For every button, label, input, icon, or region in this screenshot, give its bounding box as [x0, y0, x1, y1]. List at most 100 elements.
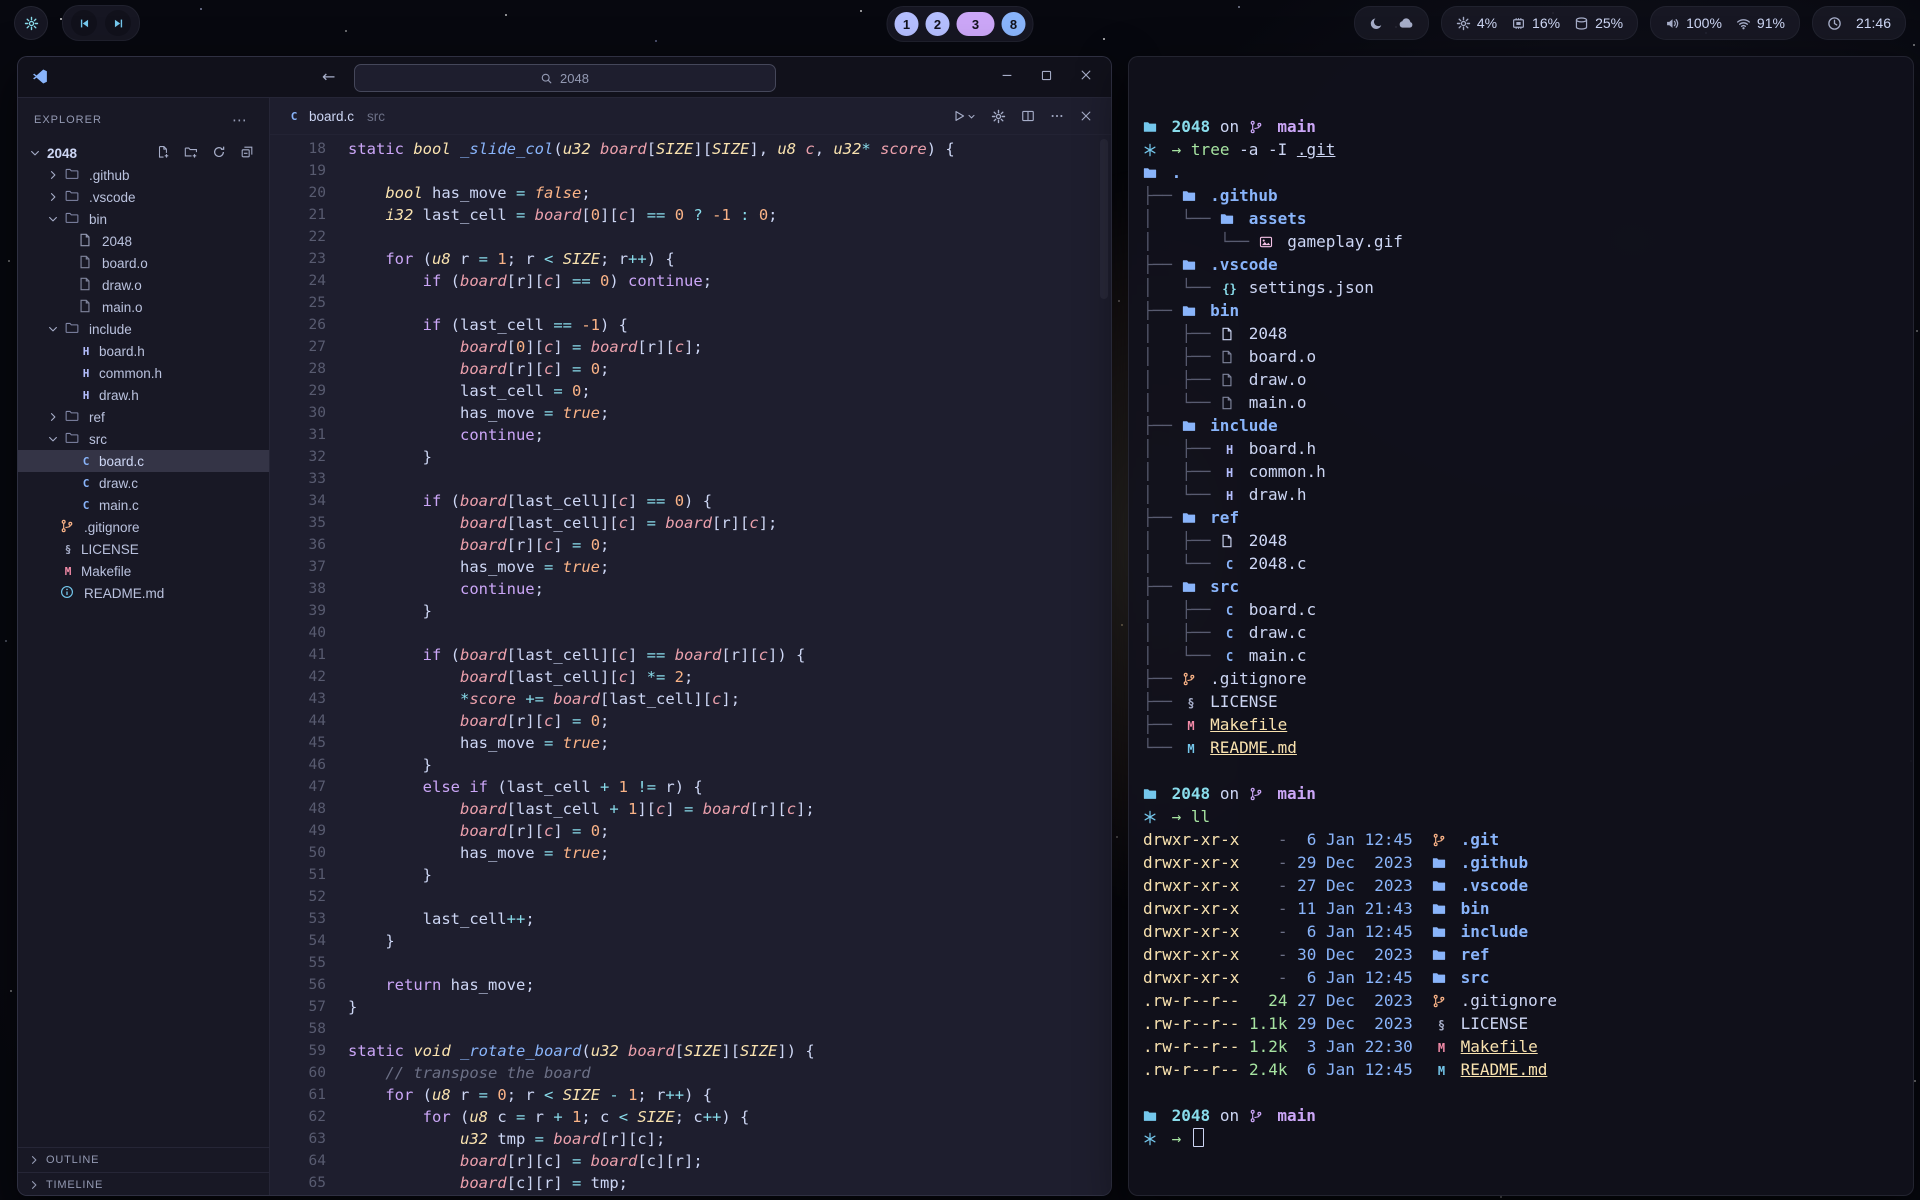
- line-number: 32: [270, 446, 348, 468]
- explorer-folder-.github[interactable]: .github: [18, 164, 269, 186]
- terminal-prompt-line: 2048 on main: [1143, 782, 1913, 805]
- code-editor[interactable]: 18static bool _slide_col(u32 board[SIZE]…: [270, 135, 1111, 1196]
- terminal-tree-line: │ └── {} settings.json: [1143, 276, 1913, 299]
- terminal-ll-line: drwxr-xr-x - 6 Jan 12:45 .git: [1143, 828, 1913, 851]
- explorer-file-.gitignore[interactable]: .gitignore: [18, 516, 269, 538]
- folder-icon: [1182, 416, 1201, 439]
- explorer-root-item[interactable]: 2048: [18, 142, 269, 164]
- binary-icon: [78, 255, 97, 272]
- editor-more-button[interactable]: [1050, 109, 1064, 123]
- explorer-more-button[interactable]: ⋯: [226, 110, 253, 130]
- launcher-button[interactable]: [14, 6, 48, 40]
- disk-icon: [1574, 16, 1589, 31]
- item-label: .vscode: [89, 190, 136, 205]
- explorer-folder-ref[interactable]: ref: [18, 406, 269, 428]
- explorer-folder-bin[interactable]: bin: [18, 208, 269, 230]
- line-number: 33: [270, 468, 348, 490]
- clock-value: 21:46: [1856, 15, 1891, 31]
- code-line: 50 has_move = true;: [270, 842, 1111, 864]
- item-label: bin: [89, 212, 107, 227]
- line-number: 40: [270, 622, 348, 644]
- window-minimize-button[interactable]: [998, 66, 1016, 87]
- terminal-tree-line: .: [1143, 161, 1913, 184]
- license-icon: §: [1182, 692, 1201, 715]
- audio-network-widget: 100% 91%: [1650, 6, 1800, 40]
- explorer-folder-include[interactable]: include: [18, 318, 269, 340]
- terminal-tree-line: │ └── H draw.h: [1143, 483, 1913, 506]
- explorer-folder-src[interactable]: src: [18, 428, 269, 450]
- terminal-ll-line: .rw-r--r-- 1.2k 3 Jan 22:30 M Makefile: [1143, 1035, 1913, 1058]
- editor-settings-button[interactable]: [991, 109, 1006, 124]
- explorer-file-board.h[interactable]: Hboard.h: [18, 340, 269, 362]
- explorer-file-main.c[interactable]: Cmain.c: [18, 494, 269, 516]
- git-icon: [1182, 669, 1201, 692]
- line-number: 29: [270, 380, 348, 402]
- terminal-ll-line: drwxr-xr-x - 6 Jan 12:45 src: [1143, 966, 1913, 989]
- terminal-tree-line: │ ├── H board.h: [1143, 437, 1913, 460]
- close-editor-button[interactable]: [1079, 109, 1093, 123]
- run-file-button[interactable]: [952, 109, 976, 123]
- workspace-1[interactable]: 1: [895, 12, 919, 36]
- line-number: 65: [270, 1172, 348, 1194]
- terminal-body[interactable]: 2048 on main → tree -a -I .git .├── .git…: [1129, 57, 1913, 1150]
- binary-icon: [1220, 347, 1239, 370]
- explorer-file-LICENSE[interactable]: §LICENSE: [18, 538, 269, 560]
- split-editor-button[interactable]: [1021, 109, 1035, 123]
- terminal-tree-line: │ ├── C board.c: [1143, 598, 1913, 621]
- folder-icon: [1182, 577, 1201, 600]
- media-next-button[interactable]: [105, 10, 131, 36]
- media-prev-button[interactable]: [71, 10, 97, 36]
- explorer-file-Makefile[interactable]: MMakefile: [18, 560, 269, 582]
- line-number: 64: [270, 1150, 348, 1172]
- code-line: 26 if (last_cell == -1) {: [270, 314, 1111, 336]
- explorer-file-common.h[interactable]: Hcommon.h: [18, 362, 269, 384]
- nav-back-button[interactable]: ←: [318, 65, 339, 88]
- folder-icon: [1182, 186, 1201, 209]
- code-line: 61 for (u8 r = 0; r < SIZE - 1; r++) {: [270, 1084, 1111, 1106]
- section-timeline[interactable]: TIMELINE: [18, 1172, 269, 1196]
- window-maximize-button[interactable]: [1038, 66, 1055, 87]
- cwd-folder-icon: [1143, 117, 1162, 140]
- memory-value: 16%: [1532, 15, 1560, 31]
- terminal-tree-line: ├── bin: [1143, 299, 1913, 322]
- code-line: 53 last_cell++;: [270, 908, 1111, 930]
- explorer-file-board.c[interactable]: Cboard.c: [18, 450, 269, 472]
- tab-board-c[interactable]: C board.c src: [280, 109, 391, 124]
- explorer-actions: [156, 145, 269, 162]
- explorer-file-main.o[interactable]: main.o: [18, 296, 269, 318]
- code-line: 37 has_move = true;: [270, 556, 1111, 578]
- explorer-file-README.md[interactable]: README.md: [18, 582, 269, 604]
- workspace-3-active[interactable]: 3: [957, 12, 995, 36]
- item-label: main.c: [99, 498, 139, 513]
- line-number: 35: [270, 512, 348, 534]
- workspace-8[interactable]: 8: [1002, 12, 1026, 36]
- explorer-file-draw.h[interactable]: Hdraw.h: [18, 384, 269, 406]
- workspace-2[interactable]: 2: [926, 12, 950, 36]
- markdown-icon: M: [1182, 738, 1201, 761]
- code-line: 20 bool has_move = false;: [270, 182, 1111, 204]
- explorer-file-draw.o[interactable]: draw.o: [18, 274, 269, 296]
- git-branch-icon: [1249, 1106, 1268, 1129]
- section-outline[interactable]: OUTLINE: [18, 1147, 269, 1172]
- code-line: 52: [270, 886, 1111, 908]
- window-controls: [998, 66, 1095, 87]
- command-center-search[interactable]: 2048: [354, 64, 776, 92]
- window-close-button[interactable]: [1077, 66, 1095, 87]
- explorer-file-2048[interactable]: 2048: [18, 230, 269, 252]
- code-line: 43 *score += board[last_cell][c];: [270, 688, 1111, 710]
- code-line: 46 }: [270, 754, 1111, 776]
- terminal-tree-line: │ ├── C draw.c: [1143, 621, 1913, 644]
- explorer-folder-.vscode[interactable]: .vscode: [18, 186, 269, 208]
- line-number: 63: [270, 1128, 348, 1150]
- cfile-icon: C: [78, 455, 94, 468]
- folder-icon: [1432, 899, 1451, 922]
- tab-dir-hint: src: [367, 109, 385, 124]
- explorer-file-draw.c[interactable]: Cdraw.c: [18, 472, 269, 494]
- volume-value: 100%: [1686, 15, 1722, 31]
- code-line: 51 }: [270, 864, 1111, 886]
- code-line: 48 board[last_cell + 1][c] = board[r][c]…: [270, 798, 1111, 820]
- explorer-file-board.o[interactable]: board.o: [18, 252, 269, 274]
- terminal-window: 2048 on main → tree -a -I .git .├── .git…: [1128, 56, 1914, 1196]
- gear-icon: [991, 109, 1006, 124]
- line-number: 51: [270, 864, 348, 886]
